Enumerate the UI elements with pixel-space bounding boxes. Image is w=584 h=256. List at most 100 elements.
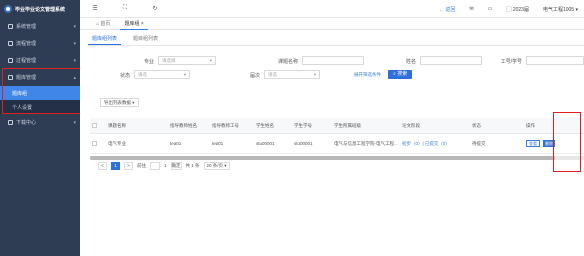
- sidebar-item-label: 过程管理: [16, 58, 37, 64]
- horizontal-scrollbar[interactable]: [90, 156, 584, 160]
- col-header: 指导教师姓名: [170, 122, 197, 128]
- year-selector[interactable]: ▢ 2023届: [506, 6, 529, 13]
- tab-topic-group[interactable]: 题库组 ×: [120, 18, 148, 30]
- goto-input[interactable]: [150, 161, 160, 170]
- download-icon: [8, 120, 13, 125]
- col-header: 论文阶段: [402, 122, 420, 128]
- sidebar-item-label: 下载中心: [16, 120, 37, 126]
- search-icon: ⌕: [393, 71, 396, 77]
- chevron-down-icon: ▾: [209, 58, 212, 63]
- page-tabs: ⌂ 首页 题库组 ×: [80, 18, 584, 30]
- pagination: < 1 > 前往 1 确定 共 1 条 20 条/页 ▾: [98, 161, 230, 170]
- sidebar-item-downloads[interactable]: 下载中心 ▾: [0, 114, 80, 131]
- tab-home[interactable]: ⌂ 首页: [92, 18, 114, 30]
- name-input[interactable]: [420, 56, 482, 65]
- chevron-down-icon: ▾: [73, 40, 76, 47]
- col-header: 课题名称: [108, 122, 126, 128]
- chevron-down-icon: ▾: [73, 57, 76, 64]
- prev-page-button[interactable]: <: [98, 161, 107, 170]
- search-button-label: 搜索: [397, 71, 408, 77]
- data-table: 课题名称 指导教师姓名 指导教师工号 学生姓名 学生学号 学生所属班级 论文阶段…: [90, 118, 584, 154]
- batch-label: 届次: [249, 73, 260, 79]
- cell-student-name: stu00001: [256, 141, 275, 146]
- chevron-down-icon: ▾: [73, 119, 76, 126]
- sidebar: 毕业毕业论文管理系统 系统管理 ▾ 流程管理 ▾ 过程管理 ▾ 题库管理 ▴ 题…: [0, 0, 80, 256]
- page-button[interactable]: 1: [111, 161, 120, 170]
- back-label: 返回: [445, 6, 456, 13]
- batch-select[interactable]: 请选 ▾: [264, 70, 320, 79]
- tab-label: 首页: [100, 20, 111, 27]
- confirm-button[interactable]: 确定: [170, 161, 182, 170]
- col-header: 学生所属班级: [334, 122, 361, 128]
- sidebar-item-label: 系统管理: [16, 24, 37, 30]
- select-all-checkbox[interactable]: [92, 122, 97, 128]
- title-label: 课题名称: [277, 59, 298, 65]
- col-header: 状态: [472, 122, 481, 128]
- cell-student-id: stu00001: [294, 141, 313, 146]
- next-page-button[interactable]: >: [124, 161, 133, 170]
- subtab-topic-group-list[interactable]: 题库组列表: [88, 34, 122, 45]
- user-label: 电气工程1005: [542, 6, 575, 13]
- highlight-box-actions: [553, 112, 581, 172]
- goto-label: 前往: [137, 162, 146, 168]
- table-row: 电气专业 tea01 tea01 stu00001 stu00001 电气与信息…: [90, 134, 584, 154]
- scrollbar-thumb[interactable]: [90, 156, 555, 160]
- sidebar-item-progress[interactable]: 过程管理 ▾: [0, 52, 80, 69]
- mail-icon[interactable]: ✉: [470, 6, 474, 12]
- back-button[interactable]: ← 返回: [439, 6, 455, 13]
- tab-label: 题库组: [124, 20, 140, 27]
- cell-status: 待提交: [472, 140, 486, 146]
- subtab-topic-list[interactable]: 题目组列表: [129, 34, 162, 45]
- chevron-down-icon: ▾: [73, 23, 76, 30]
- major-label: 专业: [143, 59, 154, 65]
- window-icon[interactable]: ▭: [488, 6, 493, 12]
- major-select[interactable]: 请选择 ▾: [158, 56, 216, 65]
- top-bar-right: ← 返回 ✉ ▭ ▢ 2023届 电气工程1005 ▾: [439, 0, 578, 18]
- cell-title: 电气专业: [108, 140, 126, 146]
- refresh-icon[interactable]: ↻: [140, 5, 170, 12]
- cell-teacher-name: tea01: [170, 141, 182, 146]
- status-select[interactable]: 请选 ▾: [134, 70, 190, 79]
- page-count: 1: [164, 163, 167, 168]
- page-size-select[interactable]: 20 条/页 ▾: [203, 161, 230, 170]
- fullscreen-icon[interactable]: ⛶: [110, 5, 140, 12]
- id-input[interactable]: [526, 56, 584, 65]
- col-header: 指导教师工号: [212, 122, 239, 128]
- chevron-down-icon: ▾: [313, 72, 316, 77]
- cell-class: 电气与信息工程学院-电气工程...: [334, 140, 398, 146]
- name-label: 姓名: [405, 59, 416, 65]
- col-header: 学生姓名: [256, 122, 274, 128]
- title-input[interactable]: [302, 56, 364, 65]
- sidebar-item-system[interactable]: 系统管理 ▾: [0, 18, 80, 35]
- status-placeholder: 请选: [138, 72, 147, 77]
- table-header: 课题名称 指导教师姓名 指导教师工号 学生姓名 学生学号 学生所属班级 论文阶段…: [90, 118, 584, 134]
- search-button[interactable]: ⌕ 搜索: [388, 70, 413, 79]
- menu-toggle-icon[interactable]: ☰: [80, 5, 110, 12]
- view-button[interactable]: 查看: [526, 140, 540, 147]
- subtabs: 题库组列表 题目组列表: [88, 34, 584, 46]
- main-content: 题库组列表 题目组列表 专业 请选择 ▾ 课题名称 姓名 工号/学号 状态 请选…: [80, 30, 584, 256]
- chevron-down-icon: ▾: [183, 72, 186, 77]
- page-size-label: 20 条/页: [206, 162, 224, 168]
- process-icon: [8, 41, 13, 46]
- progress-icon: [8, 58, 13, 63]
- status-label: 状态: [119, 73, 130, 79]
- export-button[interactable]: 导出列表数据 ▾: [100, 98, 139, 107]
- app-title: 毕业毕业论文管理系统: [15, 6, 66, 13]
- app-logo: 毕业毕业论文管理系统: [0, 0, 80, 18]
- expand-filters-link[interactable]: 展开筛选条件: [354, 72, 381, 78]
- sidebar-item-label: 流程管理: [16, 41, 37, 47]
- user-menu[interactable]: 电气工程1005 ▾: [543, 6, 578, 13]
- cell-stage-link[interactable]: 初步（0）| 已提交（0）: [400, 141, 470, 147]
- sidebar-item-process[interactable]: 流程管理 ▾: [0, 35, 80, 52]
- col-header: 学生学号: [294, 122, 312, 128]
- batch-placeholder: 请选: [268, 72, 277, 77]
- total-count: 共 1 条: [185, 162, 200, 168]
- year-label: 2023届: [512, 6, 529, 13]
- major-placeholder: 请选择: [162, 58, 176, 63]
- cell-teacher-id: tea01: [212, 141, 224, 146]
- id-label: 工号/学号: [500, 59, 522, 65]
- export-button-label: 导出列表数据: [104, 100, 131, 105]
- row-checkbox[interactable]: [92, 140, 97, 146]
- system-icon: [8, 24, 13, 29]
